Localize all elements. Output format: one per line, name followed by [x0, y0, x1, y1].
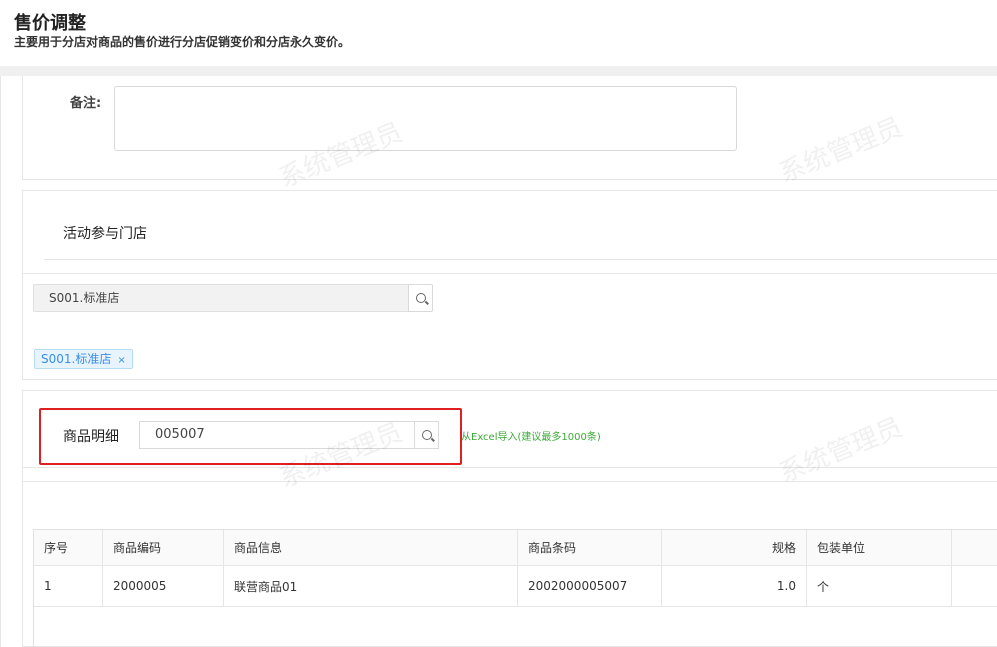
store-search-button[interactable] [408, 284, 433, 312]
search-icon [416, 293, 426, 303]
table-header-row: 序号 商品编码 商品信息 商品条码 规格 包装单位 [34, 530, 997, 566]
stores-card: 活动参与门店 S001.标准店 S001.标准店 × [22, 190, 997, 380]
table-row[interactable]: 1 2000005 联营商品01 2002000005007 1.0 个 [34, 566, 997, 607]
close-icon[interactable]: × [117, 355, 125, 366]
stores-section-title: 活动参与门店 [63, 226, 147, 242]
column-header: 规格 [662, 530, 807, 565]
column-header: 包装单位 [807, 530, 952, 565]
selected-store-tag-label: S001.标准店 [41, 352, 112, 366]
page-title: 售价调整 [14, 13, 86, 34]
goods-section-divider [23, 467, 997, 468]
stores-title-divider [44, 259, 997, 260]
remark-card: 备注: [22, 76, 997, 180]
search-icon [422, 430, 432, 440]
goods-table: 序号 商品编码 商品信息 商品条码 规格 包装单位 1 2000005 联营商品… [33, 529, 997, 647]
store-input[interactable]: S001.标准店 [33, 284, 408, 312]
remark-label: 备注: [70, 96, 102, 111]
table-cell: 2002000005007 [518, 566, 662, 606]
header-divider-band [0, 66, 997, 76]
column-header: 商品条码 [518, 530, 662, 565]
goods-section-divider-2 [23, 481, 997, 482]
table-cell: 联营商品01 [224, 566, 518, 606]
table-cell: 个 [807, 566, 952, 606]
table-cell: 1.0 [662, 566, 807, 606]
stores-section-divider [23, 273, 997, 274]
table-cell: 1 [34, 566, 103, 606]
table-cell: 2000005 [103, 566, 224, 606]
page-header: 售价调整 主要用于分店对商品的售价进行分店促销变价和分店永久变价。 [0, 0, 997, 66]
goods-search-button[interactable] [414, 421, 439, 449]
store-search-group: S001.标准店 [33, 284, 433, 312]
remark-textarea[interactable] [114, 86, 737, 151]
goods-detail-label: 商品明细 [63, 429, 119, 445]
column-header: 商品编码 [103, 530, 224, 565]
page-subtitle: 主要用于分店对商品的售价进行分店促销变价和分店永久变价。 [14, 35, 351, 49]
selected-store-tag: S001.标准店 × [34, 349, 133, 369]
column-header [952, 530, 997, 565]
column-header: 商品信息 [224, 530, 518, 565]
excel-import-link[interactable]: 从Excel导入(建议最多1000条) [461, 428, 601, 443]
table-cell [952, 566, 997, 606]
goods-search-input[interactable]: 005007 [139, 421, 414, 449]
column-header: 序号 [34, 530, 103, 565]
